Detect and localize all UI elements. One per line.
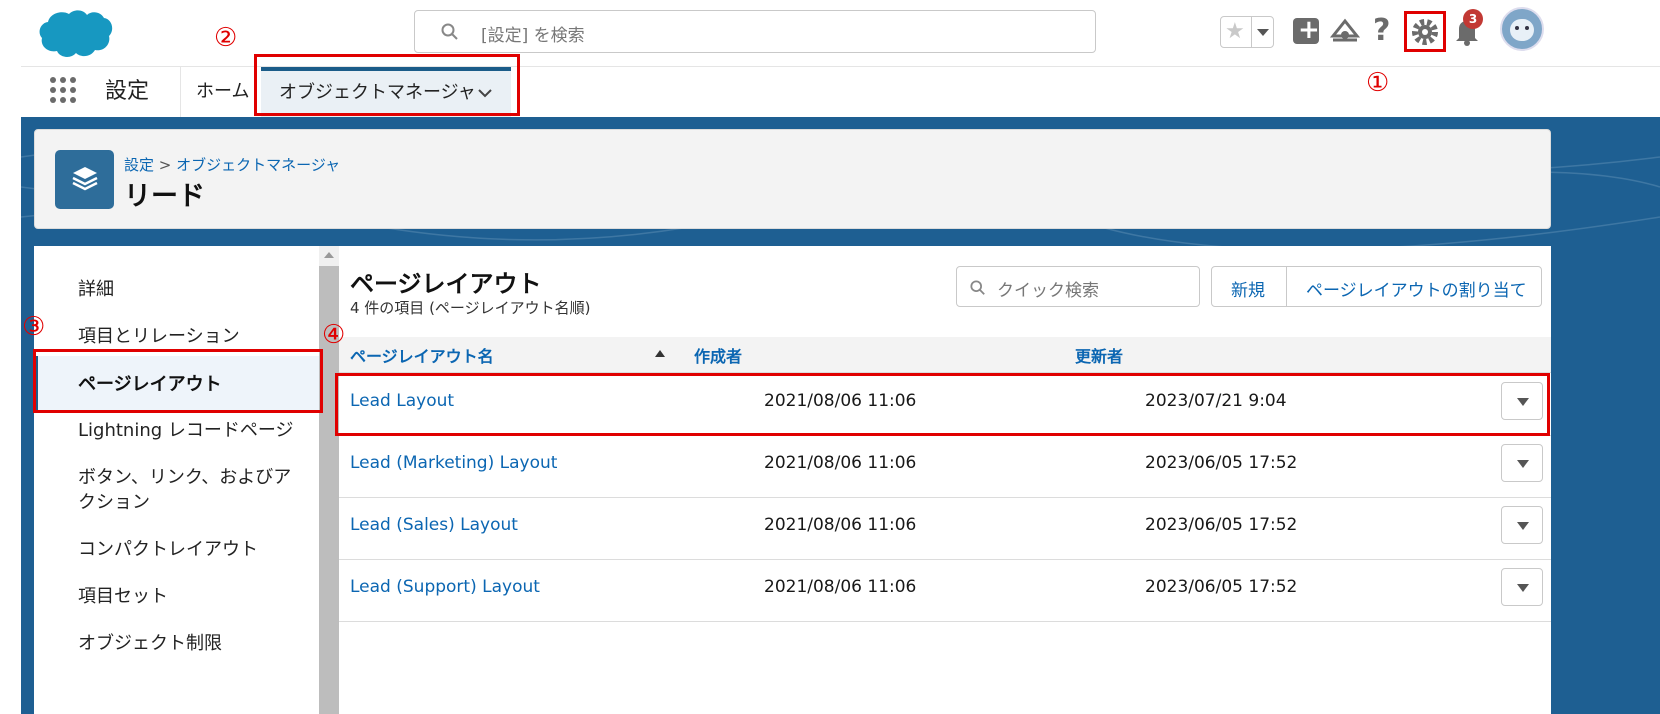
breadcrumb-separator: > xyxy=(158,156,172,174)
notification-badge: 3 xyxy=(1463,9,1483,29)
new-button[interactable]: 新規 xyxy=(1212,267,1286,306)
row-actions-dropdown[interactable] xyxy=(1501,444,1543,482)
created-by-cell: 2021/08/06 11:06 xyxy=(764,577,917,597)
row-actions-dropdown[interactable] xyxy=(1501,382,1543,420)
sidebar-item-compact-layouts[interactable]: コンパクトレイアウト xyxy=(34,537,258,563)
app-name: 設定 xyxy=(105,79,150,104)
layout-name-link[interactable]: Lead Layout xyxy=(350,390,454,412)
sidebar-scrollbar[interactable] xyxy=(319,246,339,714)
global-create-button[interactable]: + xyxy=(1293,15,1320,45)
layout-name-link[interactable]: Lead (Support) Layout xyxy=(350,576,540,598)
tab-object-manager-label: オブジェクトマネージャ xyxy=(279,82,476,103)
sidebar-item-page-layouts-label: ページレイアウト xyxy=(78,374,222,395)
app-launcher-icon[interactable] xyxy=(48,75,78,105)
created-by-cell: 2021/08/06 11:06 xyxy=(764,391,917,411)
row-actions-dropdown[interactable] xyxy=(1501,506,1543,544)
sidebar-item-field-sets[interactable]: 項目セット xyxy=(34,584,168,610)
section-title: ページレイアウト xyxy=(350,270,542,298)
column-header-name[interactable]: ページレイアウト名 xyxy=(350,343,494,367)
trailhead-icon[interactable] xyxy=(1330,16,1360,46)
button-group: 新規 ページレイアウトの割り当て xyxy=(1211,266,1542,307)
section-subtitle: 4 件の項目 (ページレイアウト名順) xyxy=(350,299,591,317)
table-row: Lead (Sales) Layout 2021/08/06 11:06 202… xyxy=(339,498,1551,560)
tab-home[interactable]: ホーム xyxy=(196,77,249,103)
global-search-placeholder: [設定] を検索 xyxy=(481,26,585,46)
tab-object-manager[interactable]: オブジェクトマネージャ xyxy=(261,67,511,117)
layout-name-link[interactable]: Lead (Sales) Layout xyxy=(350,514,518,536)
annotation-4: ④ xyxy=(322,320,346,350)
help-icon[interactable]: ? xyxy=(1373,13,1390,48)
layout-name-link[interactable]: Lead (Marketing) Layout xyxy=(350,452,557,474)
sidebar-item-buttons-links-actions-cont[interactable]: クション xyxy=(34,490,150,516)
table-row: Lead (Marketing) Layout 2021/08/06 11:06… xyxy=(339,436,1551,498)
star-icon: ★ xyxy=(1225,19,1245,44)
annotation-1: ① xyxy=(1366,68,1390,98)
sidebar-item-details[interactable]: 詳細 xyxy=(34,277,114,303)
search-icon xyxy=(970,280,985,295)
modified-by-cell: 2023/06/05 17:52 xyxy=(1145,453,1298,473)
plus-icon: + xyxy=(1298,15,1320,45)
salesforce-logo[interactable] xyxy=(38,8,114,60)
breadcrumb-object-manager[interactable]: オブジェクトマネージャ xyxy=(176,156,340,174)
assign-page-layout-label: ページレイアウトの割り当て xyxy=(1306,281,1527,301)
table-row: Lead Layout 2021/08/06 11:06 2023/07/21 … xyxy=(339,374,1551,436)
quick-search-input[interactable]: クイック検索 xyxy=(956,266,1200,307)
quick-search-placeholder: クイック検索 xyxy=(997,281,1099,301)
object-icon xyxy=(55,150,114,209)
setup-gear-icon[interactable] xyxy=(1410,17,1440,47)
modified-by-cell: 2023/06/05 17:52 xyxy=(1145,515,1298,535)
avatar[interactable] xyxy=(1500,7,1544,51)
sidebar: 詳細 項目とリレーション ページレイアウト Lightning レコードページ … xyxy=(34,246,319,714)
sort-ascending-icon[interactable] xyxy=(655,350,665,357)
modified-by-cell: 2023/07/21 9:04 xyxy=(1145,391,1287,411)
annotation-2: ② xyxy=(214,23,238,53)
chevron-down-icon[interactable] xyxy=(477,87,493,99)
favorites-button[interactable]: ★ xyxy=(1220,16,1274,48)
sidebar-item-fields[interactable]: 項目とリレーション xyxy=(34,324,240,350)
page-layouts-pane: ページレイアウト 4 件の項目 (ページレイアウト名順) クイック検索 新規 ペ… xyxy=(339,246,1551,714)
app-navigation: 設定 ホーム オブジェクトマネージャ xyxy=(21,66,1660,117)
created-by-cell: 2021/08/06 11:06 xyxy=(764,453,917,473)
modified-by-cell: 2023/06/05 17:52 xyxy=(1145,577,1298,597)
breadcrumb-setup[interactable]: 設定 xyxy=(124,156,154,174)
table-row: Lead (Support) Layout 2021/08/06 11:06 2… xyxy=(339,560,1551,622)
global-search[interactable]: [設定] を検索 xyxy=(414,10,1096,53)
sidebar-item-lightning-record-pages[interactable]: Lightning レコードページ xyxy=(34,418,294,444)
new-button-label: 新規 xyxy=(1231,281,1265,301)
annotation-3: ③ xyxy=(22,312,46,342)
search-icon xyxy=(441,23,458,40)
breadcrumb: 設定 > オブジェクトマネージャ xyxy=(124,154,340,175)
assign-page-layout-button[interactable]: ページレイアウトの割り当て xyxy=(1287,267,1541,306)
sidebar-item-buttons-links-actions[interactable]: ボタン、リンク、およびア xyxy=(34,465,291,491)
object-header-card: 設定 > オブジェクトマネージャ リード xyxy=(34,129,1551,229)
left-margin xyxy=(0,66,21,714)
sidebar-item-page-layouts[interactable]: ページレイアウト xyxy=(34,356,319,410)
column-header-modified-by[interactable]: 更新者 xyxy=(1075,343,1123,367)
sidebar-item-object-limits[interactable]: オブジェクト制限 xyxy=(34,631,222,657)
content-card: 詳細 項目とリレーション ページレイアウト Lightning レコードページ … xyxy=(34,246,1551,714)
layers-icon xyxy=(72,167,98,191)
scroll-up-icon[interactable] xyxy=(324,252,334,258)
page-title: リード xyxy=(124,181,205,212)
created-by-cell: 2021/08/06 11:06 xyxy=(764,515,917,535)
table-header: ページレイアウト名 作成者 更新者 xyxy=(339,337,1551,373)
column-header-created-by[interactable]: 作成者 xyxy=(694,343,742,367)
global-header: [設定] を検索 ★ + ? 3 xyxy=(0,0,1660,66)
row-actions-dropdown[interactable] xyxy=(1501,568,1543,606)
favorites-dropdown-icon[interactable] xyxy=(1257,29,1269,36)
